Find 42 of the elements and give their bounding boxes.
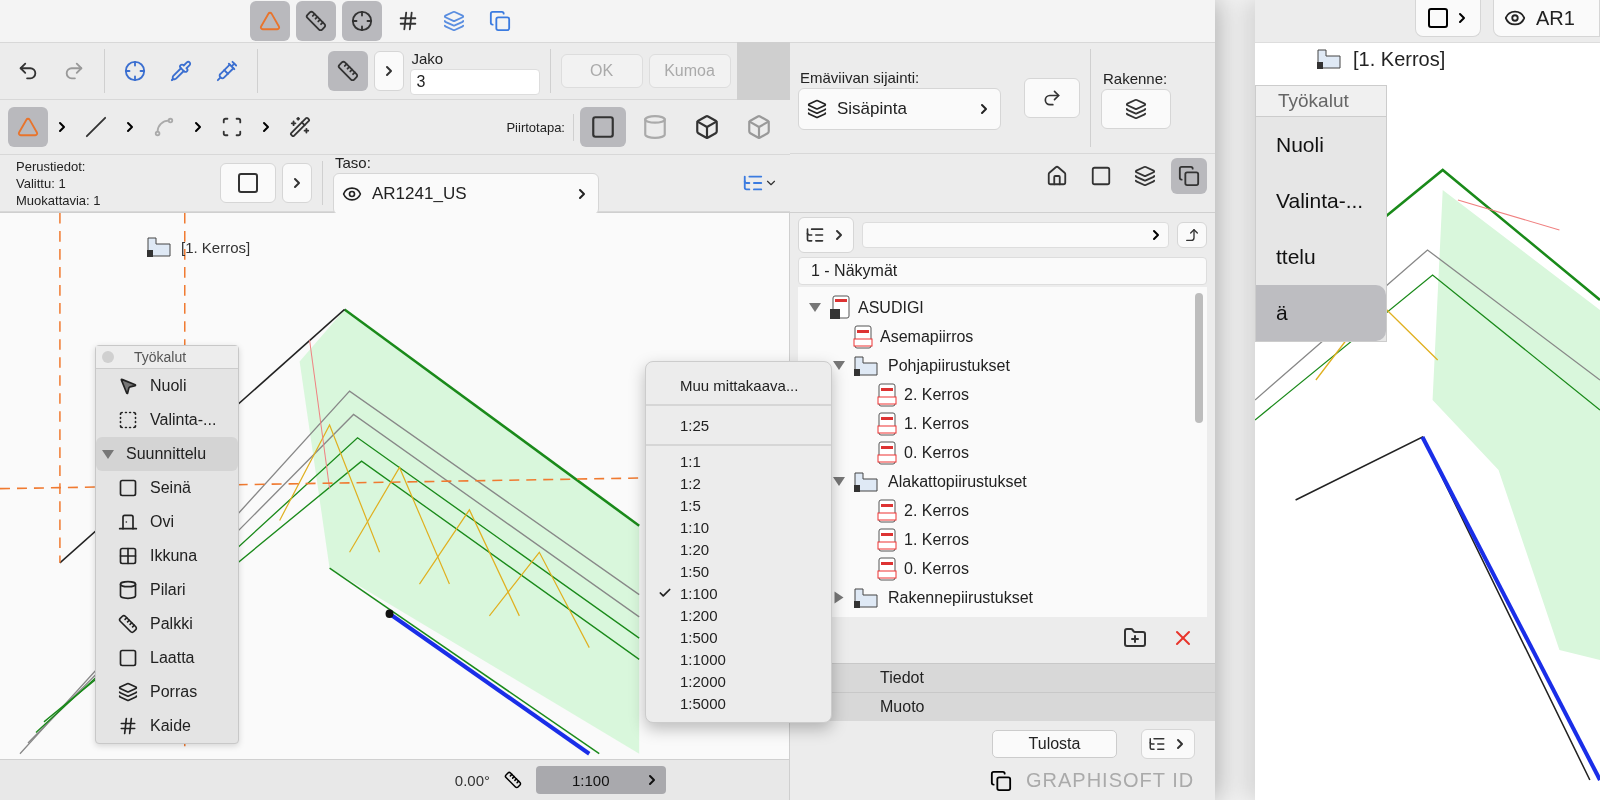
reference-line-label: Emäviivan sijainti: bbox=[799, 67, 921, 88]
menu-item[interactable]: 1:2 bbox=[646, 472, 831, 494]
view-set-field[interactable]: 1 - Näkymät bbox=[798, 257, 1207, 285]
brand-text: GRAPHISOFT ID bbox=[1026, 769, 1195, 792]
palette-title: Työkalut bbox=[134, 349, 187, 365]
layer-label: Taso: bbox=[334, 152, 372, 173]
menu-item[interactable]: 1:500 bbox=[646, 626, 831, 648]
story-label: [1. Kerros] bbox=[181, 238, 251, 256]
angle-readout: 0.00° bbox=[453, 771, 490, 789]
tool-item[interactable]: Nuoli bbox=[1256, 117, 1386, 173]
tool-item[interactable]: Kaide bbox=[96, 709, 238, 743]
story-label: [1. Kerros] bbox=[1353, 47, 1446, 71]
tool-item[interactable]: Nuoli bbox=[96, 369, 238, 403]
selected-count: Valittu: 1 bbox=[16, 175, 67, 191]
palette-title: Työkalut bbox=[1256, 86, 1386, 117]
tree-item[interactable]: ASUDIGI bbox=[808, 293, 1191, 322]
tool-item[interactable]: Porras bbox=[96, 675, 238, 709]
tree-item[interactable]: Asemapiirros bbox=[808, 322, 1191, 351]
layer-select[interactable]: AR1 bbox=[1493, 0, 1600, 37]
tool-item[interactable]: Palkki bbox=[96, 607, 238, 641]
layer-select[interactable]: AR1241_US bbox=[333, 172, 599, 215]
tool-item[interactable]: Seinä bbox=[96, 471, 238, 505]
print-button[interactable]: Tulosta bbox=[992, 730, 1117, 758]
structure-label: Rakenne: bbox=[1102, 68, 1169, 89]
editable-count: Muokattavia: 1 bbox=[16, 192, 102, 208]
tool-item[interactable]: Ovi bbox=[96, 505, 238, 539]
scale-button[interactable]: 1:100 bbox=[536, 766, 666, 794]
tool-item[interactable]: ttelu bbox=[1256, 229, 1386, 285]
tool-item[interactable]: Laatta bbox=[96, 641, 238, 675]
tool-item[interactable]: Valinta-... bbox=[1256, 173, 1386, 229]
tool-item[interactable]: ä bbox=[1256, 285, 1386, 341]
tool-item[interactable]: Valinta-... bbox=[96, 403, 238, 437]
tool-item[interactable]: Pilari bbox=[96, 573, 238, 607]
tool-group-header[interactable]: Suunnittelu bbox=[96, 437, 238, 471]
menu-item[interactable]: 1:200 bbox=[646, 604, 831, 626]
menu-item[interactable]: 1:100 bbox=[646, 582, 831, 604]
division-label: Jako bbox=[410, 48, 445, 69]
reference-line-select[interactable]: Sisäpinta bbox=[798, 87, 1001, 130]
division-field[interactable]: 3 bbox=[409, 68, 540, 95]
info-title: Perustiedot: bbox=[16, 158, 87, 174]
geometry-label: Piirtotapa: bbox=[506, 119, 565, 135]
tool-item[interactable]: Ikkuna bbox=[96, 539, 238, 573]
